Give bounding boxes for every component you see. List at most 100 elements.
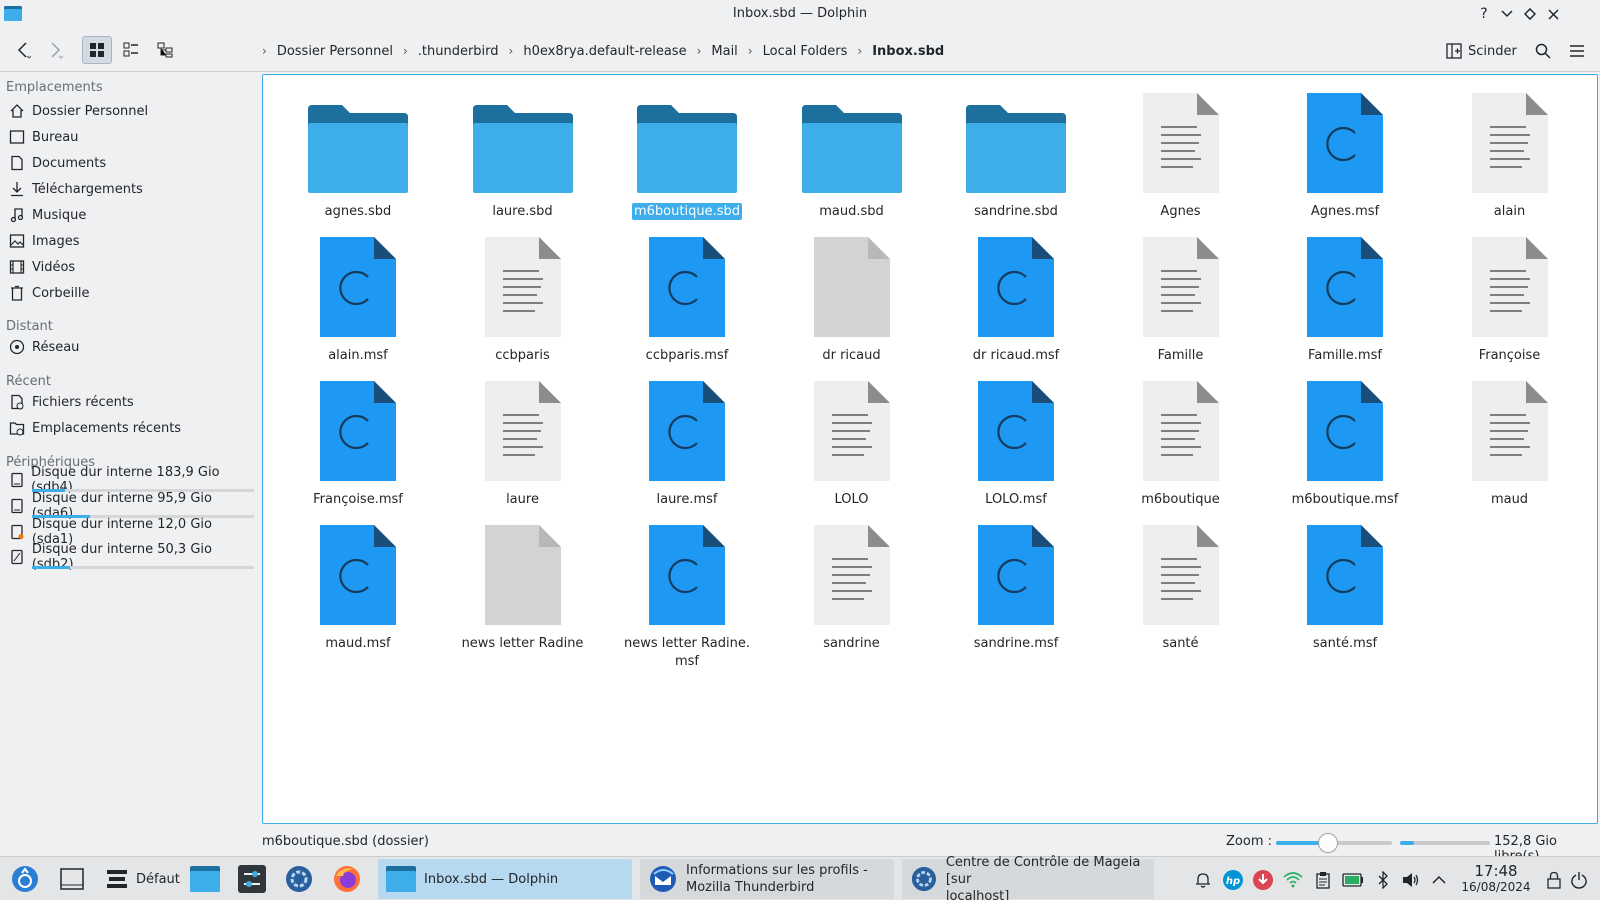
breadcrumb-item[interactable]: › h0ex8rya.default-release xyxy=(509,44,687,59)
file-item[interactable]: ccbparis.msf xyxy=(612,229,762,365)
item-label: m6boutique.msf xyxy=(1291,492,1399,507)
text-file-icon xyxy=(484,381,561,481)
file-item[interactable]: Françoise xyxy=(1435,229,1585,365)
tray-expand-icon[interactable] xyxy=(1428,869,1450,891)
notifications-icon[interactable] xyxy=(1192,869,1214,891)
sidebar-item-desktop[interactable]: Bureau xyxy=(6,125,78,149)
minimize-icon[interactable] xyxy=(1497,4,1517,24)
hamburger-menu-icon[interactable] xyxy=(1564,38,1590,64)
task-control-center[interactable]: Centre de Contrôle de Mageia [sur localh… xyxy=(902,855,1154,900)
file-item[interactable]: news letter Radine. msf xyxy=(612,517,762,671)
update-notifier-icon[interactable] xyxy=(1252,869,1274,891)
file-item[interactable]: maud.msf xyxy=(283,517,433,653)
file-item[interactable]: santé.msf xyxy=(1270,517,1420,653)
maximize-icon[interactable] xyxy=(1520,4,1540,24)
sidebar-item-recent-locations[interactable]: Emplacements récents xyxy=(6,416,181,440)
launcher-system-settings[interactable] xyxy=(238,857,266,900)
forward-button[interactable] xyxy=(40,36,70,64)
file-item[interactable]: Agnes.msf xyxy=(1270,85,1420,221)
file-item[interactable]: Agnes xyxy=(1106,85,1256,221)
launcher-firefox[interactable] xyxy=(332,857,362,900)
task-dolphin[interactable]: Inbox.sbd — Dolphin xyxy=(378,859,632,899)
file-item[interactable]: laure xyxy=(448,373,598,509)
volume-icon[interactable] xyxy=(1400,869,1422,891)
msf-file-icon xyxy=(1307,93,1383,193)
compact-view-button[interactable] xyxy=(116,36,146,64)
power-icon[interactable] xyxy=(1568,869,1590,891)
icons-view-button[interactable] xyxy=(82,36,112,64)
breadcrumb-item[interactable]: › .thunderbird xyxy=(403,44,499,59)
folder-item[interactable]: agnes.sbd xyxy=(283,85,433,221)
file-item[interactable]: dr ricaud.msf xyxy=(941,229,1091,365)
file-item[interactable]: Famille xyxy=(1106,229,1256,365)
sidebar-item-recent-files[interactable]: Fichiers récents xyxy=(6,390,134,414)
file-item[interactable]: news letter Radine xyxy=(448,517,598,653)
item-label: laure.msf xyxy=(656,492,718,507)
file-item[interactable]: sandrine xyxy=(777,517,927,653)
breadcrumb-item[interactable]: › Dossier Personnel xyxy=(262,44,393,59)
details-view-button[interactable] xyxy=(150,36,180,64)
folder-item[interactable]: laure.sbd xyxy=(448,85,598,221)
file-item[interactable]: LOLO.msf xyxy=(941,373,1091,509)
launcher-control-center[interactable] xyxy=(284,857,314,900)
breadcrumb-item[interactable]: › Mail xyxy=(697,44,738,59)
file-item[interactable]: maud xyxy=(1435,373,1585,509)
digital-clock[interactable]: 17:48 16/08/2024 xyxy=(1456,862,1536,894)
lock-screen-icon[interactable] xyxy=(1543,869,1565,891)
battery-icon[interactable] xyxy=(1342,869,1364,891)
show-desktop-button[interactable] xyxy=(60,857,84,900)
sidebar-item-device-sda1[interactable]: Disque dur interne 12,0 Gio (sda1) xyxy=(6,517,256,547)
task-thunderbird[interactable]: Informations sur les profils - Mozilla T… xyxy=(640,859,894,899)
file-item[interactable]: laure.msf xyxy=(612,373,762,509)
file-item[interactable]: Famille.msf xyxy=(1270,229,1420,365)
msf-file-icon xyxy=(320,237,396,337)
hp-printer-icon[interactable]: hp xyxy=(1222,869,1244,891)
sidebar-item-music[interactable]: Musique xyxy=(6,203,86,227)
app-launcher-button[interactable] xyxy=(10,857,40,900)
file-item[interactable]: ccbparis xyxy=(448,229,598,365)
sidebar-item-documents[interactable]: Documents xyxy=(6,151,106,175)
file-item[interactable]: Françoise.msf xyxy=(283,373,433,509)
wifi-icon[interactable] xyxy=(1282,869,1304,891)
sidebar-item-downloads[interactable]: Téléchargements xyxy=(6,177,143,201)
sidebar-item-images[interactable]: Images xyxy=(6,229,80,253)
settings-app-icon xyxy=(238,865,266,893)
sidebar-item-home[interactable]: Dossier Personnel xyxy=(6,99,148,123)
file-item[interactable]: santé xyxy=(1106,517,1256,653)
clock-date: 16/08/2024 xyxy=(1461,880,1531,894)
sidebar-item-videos[interactable]: Vidéos xyxy=(6,255,75,279)
item-icon xyxy=(283,229,433,339)
breadcrumb-current[interactable]: › Inbox.sbd xyxy=(857,44,944,59)
close-icon[interactable] xyxy=(1543,4,1563,24)
back-button[interactable] xyxy=(8,36,38,64)
item-icon xyxy=(283,373,433,483)
file-item[interactable]: LOLO xyxy=(777,373,927,509)
breadcrumb-item[interactable]: › Local Folders xyxy=(748,44,848,59)
file-item[interactable]: m6boutique xyxy=(1106,373,1256,509)
folder-item[interactable]: m6boutique.sbd xyxy=(612,85,762,221)
search-icon[interactable] xyxy=(1530,38,1556,64)
file-item[interactable]: sandrine.msf xyxy=(941,517,1091,653)
sidebar-item-trash[interactable]: Corbeille xyxy=(6,281,89,305)
drive-icon xyxy=(11,549,23,565)
file-view[interactable]: agnes.sbd laure.sbd m6boutique.sbd maud.sbd… xyxy=(262,74,1598,824)
split-button[interactable]: Scinder xyxy=(1446,38,1517,64)
bluetooth-icon[interactable] xyxy=(1372,869,1394,891)
section-title-places: Emplacements xyxy=(6,80,103,95)
file-item[interactable]: alain.msf xyxy=(283,229,433,365)
item-icon xyxy=(941,517,1091,627)
sidebar-item-network[interactable]: Réseau xyxy=(6,335,79,359)
item-label: dr ricaud.msf xyxy=(972,348,1060,363)
file-item[interactable]: alain xyxy=(1435,85,1585,221)
activity-switcher[interactable]: Défaut xyxy=(106,857,180,900)
folder-item[interactable]: maud.sbd xyxy=(777,85,927,221)
launcher-dolphin[interactable] xyxy=(190,857,220,900)
folder-item[interactable]: sandrine.sbd xyxy=(941,85,1091,221)
file-item[interactable]: dr ricaud xyxy=(777,229,927,365)
recent-locations-icon xyxy=(9,422,25,436)
item-icon xyxy=(1435,373,1585,483)
clipboard-icon[interactable] xyxy=(1312,869,1334,891)
file-item[interactable]: m6boutique.msf xyxy=(1270,373,1420,509)
help-icon[interactable]: ? xyxy=(1474,4,1494,24)
text-file-icon xyxy=(813,381,890,481)
